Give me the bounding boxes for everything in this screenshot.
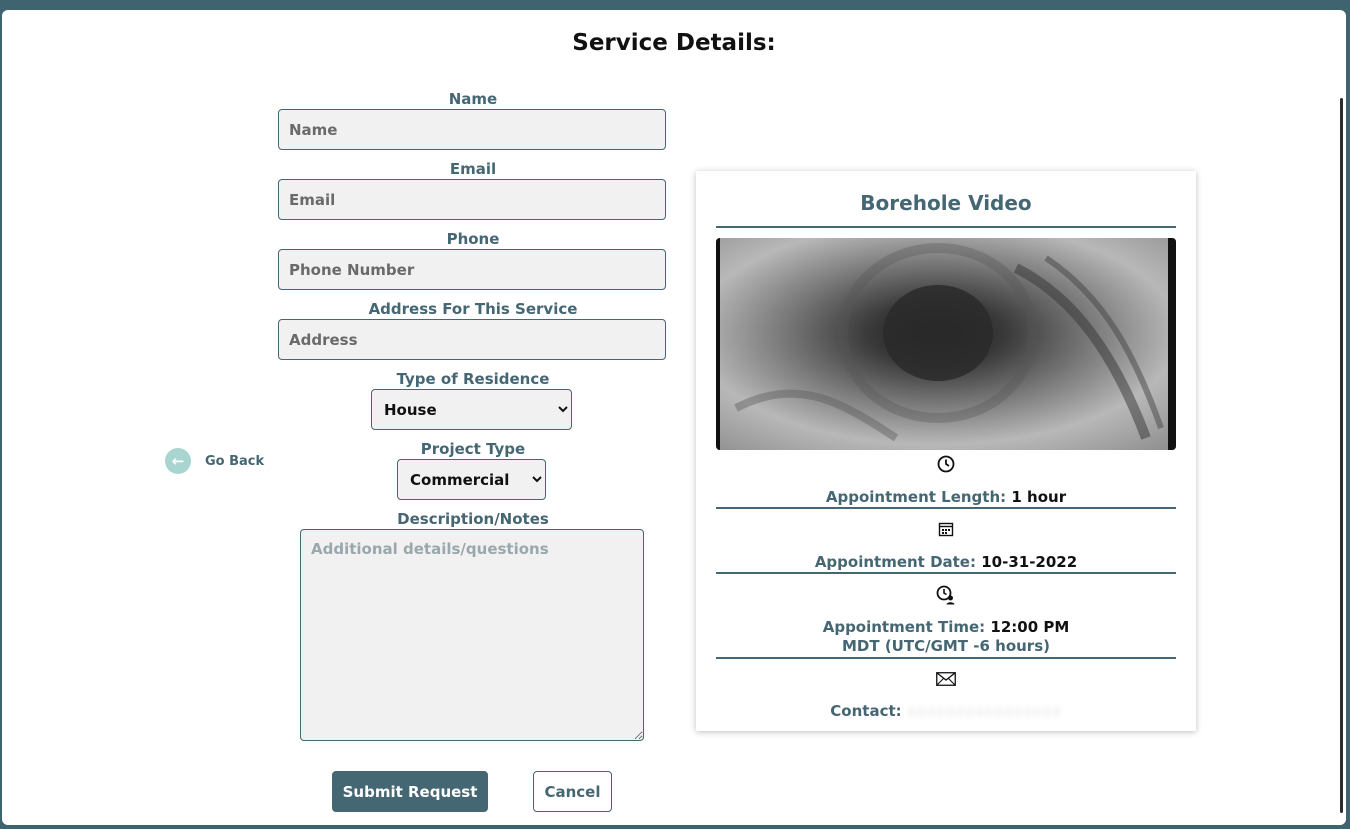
name-input[interactable] [278,109,666,150]
service-title: Borehole Video [860,191,1032,215]
cancel-button[interactable]: Cancel [533,771,612,812]
divider [716,572,1176,574]
service-image [716,238,1176,450]
appointment-date-value: 10-31-2022 [981,553,1078,571]
phone-input[interactable] [278,249,666,290]
go-back-label: Go Back [205,453,265,469]
scrollbar[interactable] [1340,98,1343,813]
appointment-date: Appointment Date: 10-31-2022 [696,553,1196,572]
appointment-length-label: Appointment Length: [825,488,1007,506]
email-input[interactable] [278,179,666,220]
go-back-link[interactable]: ← Go Back [165,448,264,474]
clock-icon [696,455,1196,477]
submit-request-button[interactable]: Submit Request [332,771,488,812]
appointment-date-label: Appointment Date: [814,553,976,571]
envelope-icon [696,671,1196,690]
appointment-time-label: Appointment Time: [822,618,986,636]
page-title: Service Details: [572,30,776,56]
notes-label: Description/Notes [397,510,549,528]
borehole-image [716,238,1176,450]
contact-info: Contact: xxxxxxxxxxxxxxxx [696,702,1196,721]
appointment-time-value: 12:00 PM [990,618,1070,636]
divider [716,226,1176,228]
notes-textarea[interactable] [300,529,644,741]
project-type-label: Project Type [420,440,526,458]
appointment-timezone: MDT (UTC/GMT -6 hours) [841,637,1050,655]
arrow-left-icon: ← [165,448,191,474]
address-label: Address For This Service [368,300,578,318]
divider [716,657,1176,659]
phone-label: Phone [446,230,500,248]
contact-value-redacted: xxxxxxxxxxxxxxxx [906,702,1062,720]
appointment-length-value: 1 hour [1011,488,1067,506]
address-input[interactable] [278,319,666,360]
clock-user-icon [696,585,1196,609]
name-label: Name [448,90,498,108]
email-label: Email [449,160,497,178]
project-type-select[interactable]: Commercial [397,459,546,500]
appointment-time: Appointment Time: 12:00 PM [696,618,1196,637]
residence-label: Type of Residence [396,370,550,388]
appointment-length: Appointment Length: 1 hour [696,488,1196,507]
divider [716,507,1176,509]
contact-label: Contact: [830,702,902,720]
service-summary-card: Borehole Video Appointment Length: 1 hou… [696,171,1196,731]
residence-select[interactable]: House [371,389,572,430]
service-details-modal: Service Details: Name Email Phone Addres… [2,10,1346,825]
calendar-icon [696,521,1196,541]
